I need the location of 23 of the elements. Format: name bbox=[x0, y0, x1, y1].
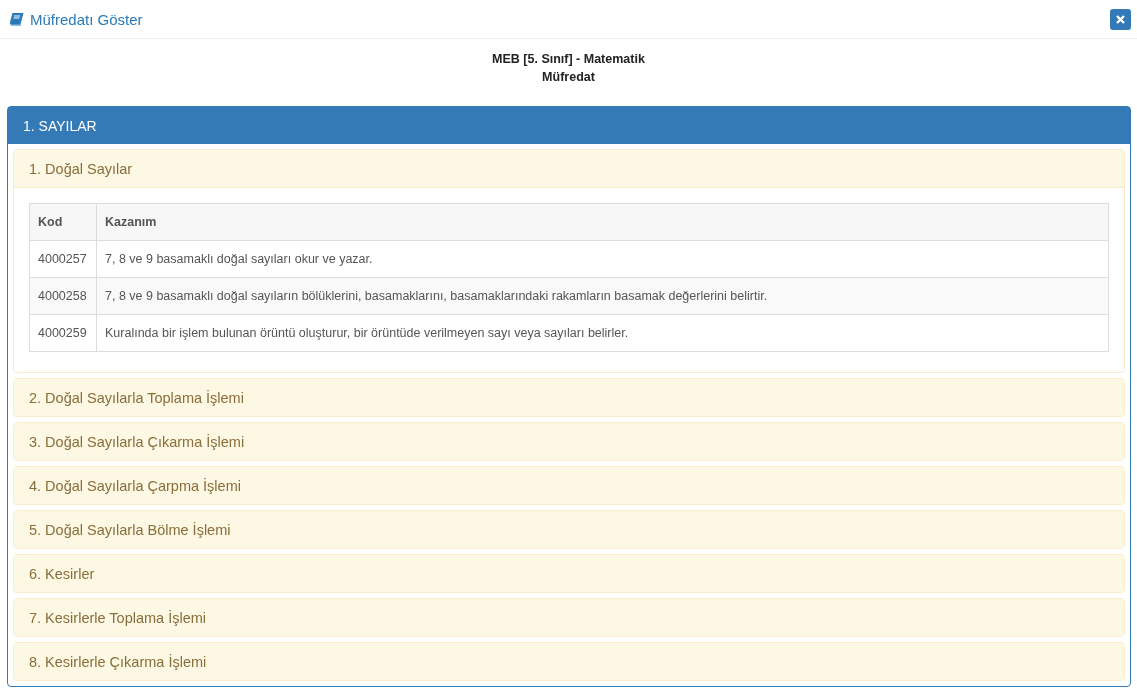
topic-header[interactable]: 2. Doğal Sayılarla Toplama İşlemi bbox=[14, 379, 1124, 416]
topic-header[interactable]: 8. Kesirlerle Çıkarma İşlemi bbox=[14, 643, 1124, 680]
code-cell: 4000259 bbox=[29, 314, 97, 352]
close-icon bbox=[1116, 14, 1125, 24]
topic-header[interactable]: 5. Doğal Sayılarla Bölme İşlemi bbox=[14, 511, 1124, 548]
outcome-cell: Kuralında bir işlem bulunan örüntü oluşturur, bir örüntüde verilmeyen sayı veya sayıları belirler. bbox=[96, 314, 1109, 352]
topic-header[interactable]: 1. Doğal Sayılar bbox=[14, 150, 1124, 188]
topic-header[interactable]: 4. Doğal Sayılarla Çarpma İşlemi bbox=[14, 467, 1124, 504]
book-icon bbox=[10, 12, 24, 26]
curriculum-subheading: Müfredat bbox=[542, 70, 595, 84]
code-cell: 4000258 bbox=[29, 277, 97, 315]
topic-header[interactable]: 3. Doğal Sayılarla Çıkarma İşlemi bbox=[14, 423, 1124, 460]
close-button[interactable] bbox=[1110, 8, 1131, 30]
column-header: Kazanım bbox=[96, 203, 1109, 241]
dialog-title: Müfredatı Göster bbox=[30, 10, 143, 28]
curriculum-heading: MEB [5. Sınıf] - Matematik bbox=[492, 52, 645, 66]
column-header: Kod bbox=[29, 203, 97, 241]
outcome-cell: 7, 8 ve 9 basamaklı doğal sayıların bölüklerini, basamaklarını, basamaklarındaki rakamların basamak değerlerini belirtir. bbox=[96, 277, 1109, 315]
outcome-cell: 7, 8 ve 9 basamaklı doğal sayıları okur ve yazar. bbox=[96, 240, 1109, 278]
topic-header[interactable]: 7. Kesirlerle Toplama İşlemi bbox=[14, 599, 1124, 636]
code-cell: 4000257 bbox=[29, 240, 97, 278]
unit-title[interactable]: 1. SAYILAR bbox=[8, 107, 1130, 144]
topic-header[interactable]: 6. Kesirler bbox=[14, 555, 1124, 592]
